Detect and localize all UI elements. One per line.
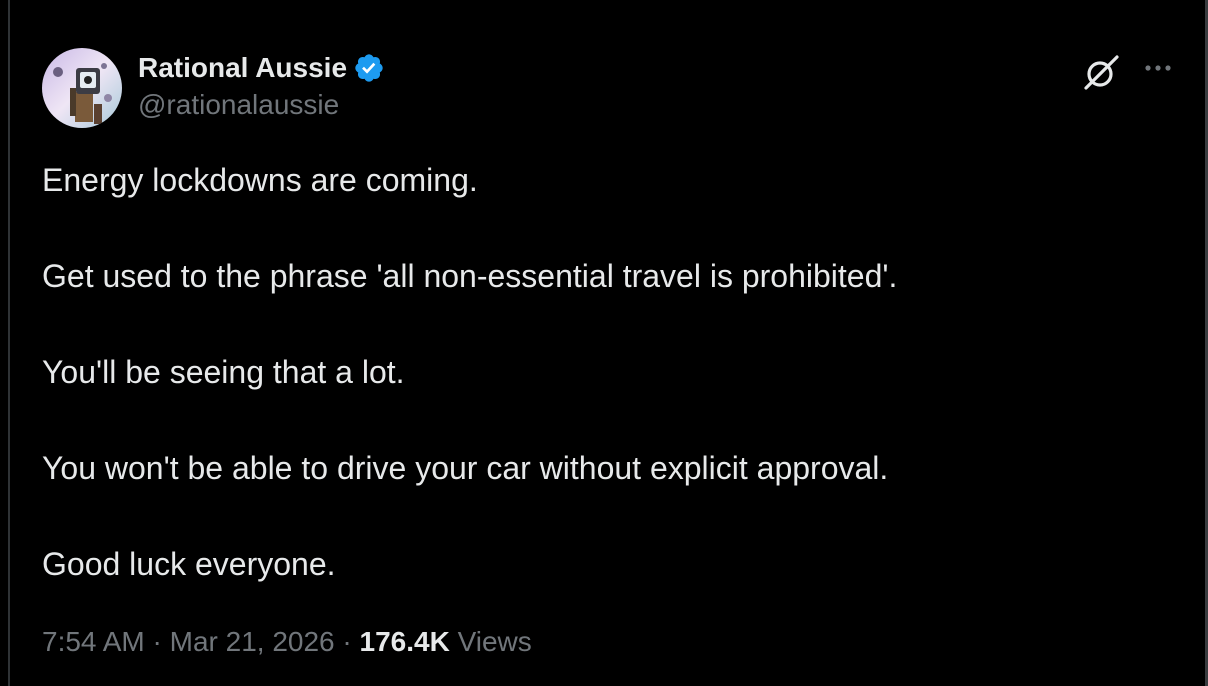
tweet-paragraph: You'll be seeing that a lot. — [42, 354, 405, 390]
tweet-paragraph: Good luck everyone. — [42, 546, 336, 582]
tweet-time[interactable]: 7:54 AM — [42, 626, 145, 657]
left-border — [8, 0, 10, 686]
tweet-date[interactable]: Mar 21, 2026 — [170, 626, 335, 657]
handle[interactable]: @rationalaussie — [138, 87, 385, 123]
tweet-meta: 7:54 AM · Mar 21, 2026 · 176.4K Views — [42, 624, 532, 660]
meta-separator: · — [342, 626, 352, 657]
more-options-icon[interactable] — [1140, 54, 1176, 82]
verified-badge-icon[interactable] — [353, 52, 385, 84]
tweet-text: Energy lockdowns are coming. Get used to… — [42, 158, 1162, 638]
tweet: Rational Aussie @rationalaussie Energy l… — [42, 46, 1182, 657]
tweet-paragraph: You won't be able to drive your car with… — [42, 450, 889, 486]
grok-icon[interactable] — [1080, 52, 1122, 94]
meta-separator: · — [152, 626, 162, 657]
tweet-paragraph: Get used to the phrase 'all non-essentia… — [42, 258, 898, 294]
avatar[interactable] — [42, 48, 122, 128]
tweet-header: Rational Aussie @rationalaussie — [42, 46, 1182, 130]
display-name[interactable]: Rational Aussie — [138, 50, 347, 86]
views-count[interactable]: 176.4K — [360, 626, 450, 657]
screen: Rational Aussie @rationalaussie Energy l… — [0, 0, 1208, 686]
author-names: Rational Aussie @rationalaussie — [138, 50, 385, 123]
name-row: Rational Aussie — [138, 50, 385, 86]
tweet-paragraph: Energy lockdowns are coming. — [42, 162, 478, 198]
views-label: Views — [457, 626, 532, 657]
